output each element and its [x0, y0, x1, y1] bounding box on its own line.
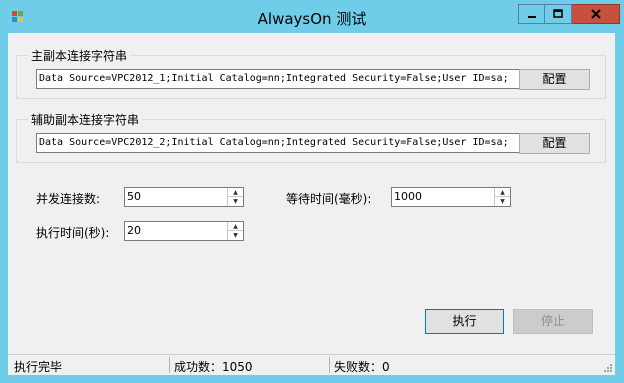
minimize-icon	[527, 16, 536, 18]
spin-down-icon[interactable]: ▼	[495, 197, 510, 206]
secondary-connection-input[interactable]: Data Source=VPC2012_2;Initial Catalog=nn…	[36, 133, 520, 153]
status-message: 执行完毕	[14, 360, 63, 374]
wait-time-spin-buttons: ▲ ▼	[494, 188, 510, 206]
client-area: 主副本连接字符串 Data Source=VPC2012_1;Initial C…	[8, 33, 615, 375]
resize-grip-icon[interactable]	[603, 363, 613, 373]
wait-time-spinner[interactable]: 1000 ▲ ▼	[391, 187, 511, 207]
exec-time-value[interactable]: 20	[127, 224, 141, 237]
run-button[interactable]: 执行	[425, 309, 504, 334]
success-count: 成功数：1050	[174, 360, 253, 374]
title-bar[interactable]: AlwaysOn 测试	[0, 0, 624, 33]
concurrency-spinner[interactable]: 50 ▲ ▼	[124, 187, 244, 207]
close-icon	[590, 9, 601, 19]
spin-up-icon[interactable]: ▲	[495, 188, 510, 197]
stop-button[interactable]: 停止	[513, 309, 593, 334]
concurrency-spin-buttons: ▲ ▼	[227, 188, 243, 206]
close-button[interactable]	[572, 4, 620, 24]
exec-time-spinner[interactable]: 20 ▲ ▼	[124, 221, 244, 241]
exec-time-spin-buttons: ▲ ▼	[227, 222, 243, 240]
status-bar: 执行完毕 成功数：1050 失败数：0	[8, 354, 615, 375]
spin-down-icon[interactable]: ▼	[228, 197, 243, 206]
primary-group-title: 主副本连接字符串	[28, 47, 131, 64]
secondary-group-title: 辅助副本连接字符串	[28, 111, 143, 128]
maximize-icon	[553, 9, 563, 18]
wait-time-value[interactable]: 1000	[394, 190, 422, 203]
failure-count: 失败数：0	[334, 360, 390, 374]
maximize-button[interactable]	[545, 4, 572, 24]
secondary-config-button[interactable]: 配置	[519, 133, 590, 154]
primary-config-button[interactable]: 配置	[519, 69, 590, 90]
minimize-button[interactable]	[518, 4, 545, 24]
exec-time-label: 执行时间(秒):	[36, 226, 110, 240]
spin-up-icon[interactable]: ▲	[228, 188, 243, 197]
status-divider	[169, 357, 170, 373]
primary-connection-input[interactable]: Data Source=VPC2012_1;Initial Catalog=nn…	[36, 69, 520, 89]
spin-up-icon[interactable]: ▲	[228, 222, 243, 231]
concurrency-value[interactable]: 50	[127, 190, 141, 203]
wait-time-label: 等待时间(毫秒):	[286, 192, 372, 206]
spin-down-icon[interactable]: ▼	[228, 231, 243, 240]
concurrency-label: 并发连接数:	[36, 192, 101, 206]
status-divider	[329, 357, 330, 373]
